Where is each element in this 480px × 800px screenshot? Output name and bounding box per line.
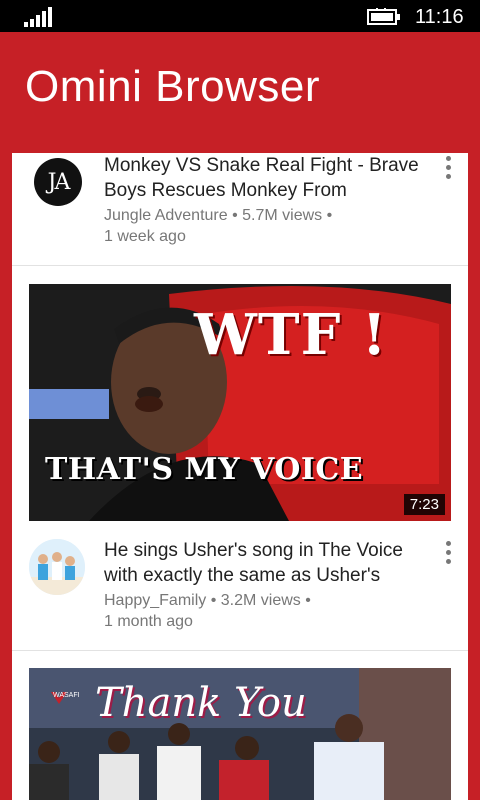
video-age: 1 month ago [104,613,193,630]
signal-icon [24,7,52,27]
avatar-label: JA [47,169,71,195]
video-card-2[interactable]: He sings Usher's song in The Voice with … [12,538,468,653]
divider [12,265,468,266]
video-title[interactable]: He sings Usher's song in The Voice with … [104,538,424,588]
video-thumbnail[interactable]: WASAFI Thank You [29,668,451,800]
status-time: 11:16 [415,6,464,28]
video-age: 1 week ago [104,228,186,245]
app-title: Omini Browser [25,62,320,111]
status-bar: 11:16 [0,0,480,32]
family-photo-icon [29,539,85,595]
video-card-1[interactable]: JA Monkey VS Snake Real Fight - Brave Bo… [12,153,468,268]
thumbnail-logo-text: WASAFI [53,692,80,699]
more-options-icon[interactable] [442,156,454,184]
video-channel-views: Jungle Adventure • 5.7M views • [104,207,333,224]
video-feed[interactable]: JA Monkey VS Snake Real Fight - Brave Bo… [12,153,468,800]
battery-charging-icon [367,8,400,25]
video-thumbnail[interactable]: WTF ! THAT'S MY VOICE 7:23 [29,284,451,521]
video-title[interactable]: Monkey VS Snake Real Fight - Brave Boys … [104,153,424,203]
channel-avatar[interactable] [29,539,85,595]
video-duration: 7:23 [403,494,445,515]
more-options-icon[interactable] [442,541,454,569]
thumbnail-caption: Thank You [95,680,307,726]
channel-avatar[interactable]: JA [34,158,82,206]
video-channel-views: Happy_Family • 3.2M views • [104,592,311,609]
divider [12,650,468,651]
thumbnail-caption-top: WTF ! [194,302,388,368]
thumbnail-caption-bottom: THAT'S MY VOICE [45,452,364,487]
